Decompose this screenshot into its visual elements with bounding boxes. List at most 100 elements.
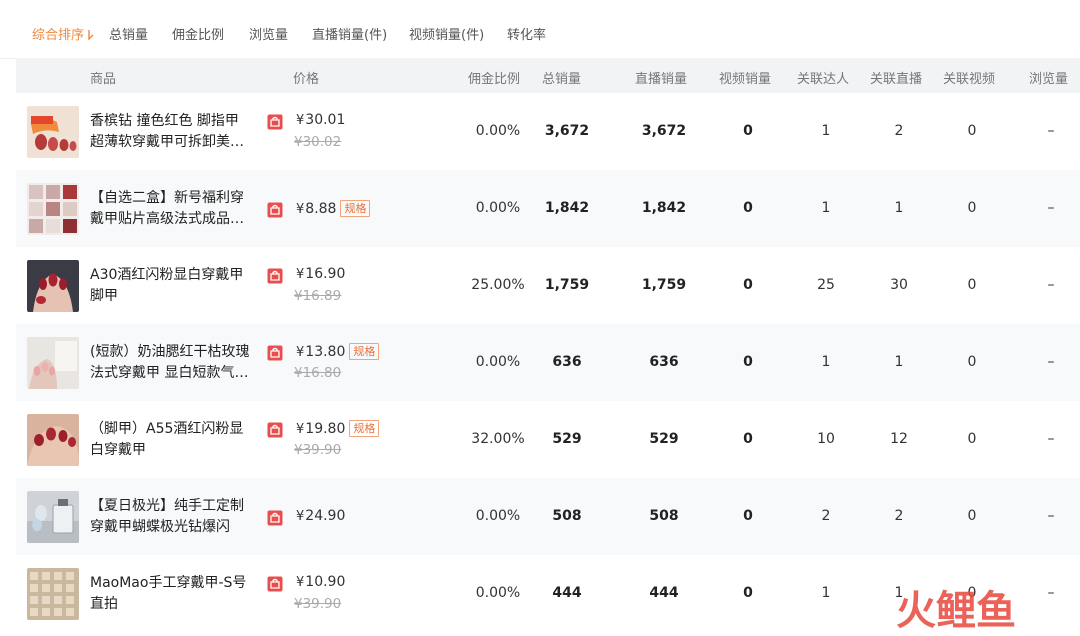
shop-icon[interactable] (267, 510, 283, 526)
currency-symbol: ¥ (296, 345, 305, 360)
product-thumbnail[interactable] (27, 260, 79, 312)
product-name-line2: 直拍 (90, 596, 118, 612)
product-name[interactable]: MaoMao手工穿戴甲-S号 直拍 (90, 573, 262, 615)
shop-icon[interactable] (267, 268, 283, 284)
commission-cell: 0.00% (475, 123, 521, 139)
spec-badge[interactable]: 规格 (340, 200, 371, 217)
spec-badge[interactable]: 规格 (349, 420, 380, 437)
product-name[interactable]: 香槟钻 撞色红色 脚指甲 超薄软穿戴甲可拆卸美… (90, 111, 262, 153)
price-value: 24.90 (305, 508, 346, 524)
product-name-line1: (短款）奶油腮红干枯玫瑰 (90, 344, 250, 360)
table-row[interactable]: A30酒红闪粉显白穿戴甲 脚甲 ¥16.90 ¥16.89 25.00% 1,7… (16, 247, 1080, 324)
product-price: ¥30.01 (296, 112, 345, 128)
thumb-nail-7-icon (27, 568, 79, 620)
product-thumbnail[interactable] (27, 183, 79, 235)
table-row[interactable]: 香槟钻 撞色红色 脚指甲 超薄软穿戴甲可拆卸美… ¥30.01 ¥30.02 0… (16, 93, 1080, 170)
sort-bar: 综合排序 总销量 佣金比例 浏览量 直播销量(件) 视频销量(件) 转化率 (0, 0, 1080, 59)
views-cell: – (1047, 508, 1055, 524)
product-name-line1: A30酒红闪粉显白穿戴甲 (90, 267, 244, 283)
product-name-line1: 【夏日极光】纯手工定制 (90, 498, 244, 514)
live-sales-cell: 3,672 (641, 123, 687, 139)
price-value: 8.88 (305, 201, 337, 217)
product-thumbnail[interactable] (27, 337, 79, 389)
live-sales-cell: 444 (649, 585, 679, 601)
product-name-line2: 白穿戴甲 (90, 442, 146, 458)
influencers-cell: 1 (821, 200, 831, 216)
lives-cell: 1 (894, 200, 904, 216)
total-sales-cell: 444 (552, 585, 582, 601)
product-name[interactable]: （脚甲）A55酒红闪粉显 白穿戴甲 (90, 419, 262, 461)
product-name[interactable]: 【夏日极光】纯手工定制 穿戴甲蝴蝶极光钻爆闪 (90, 496, 262, 538)
views-cell: – (1047, 431, 1055, 447)
shop-icon[interactable] (267, 576, 283, 592)
product-name[interactable]: A30酒红闪粉显白穿戴甲 脚甲 (90, 265, 262, 307)
influencers-cell: 2 (821, 508, 831, 524)
commission-cell: 25.00% (471, 277, 525, 293)
price-value: 19.80 (305, 421, 346, 437)
videos-cell: 0 (967, 431, 977, 447)
sort-tab-live-sales[interactable]: 直播销量(件) (312, 24, 387, 43)
column-header-video-sales: 视频销量 (719, 72, 772, 87)
column-header-videos: 关联视频 (943, 72, 996, 87)
column-header-total-sales: 总销量 (542, 72, 582, 87)
original-price: ¥16.80 (294, 365, 342, 381)
product-name-line2: 戴甲贴片高级法式成品… (90, 211, 244, 227)
total-sales-cell: 529 (552, 431, 582, 447)
spec-badge[interactable]: 规格 (349, 343, 380, 360)
total-sales-cell: 636 (552, 354, 582, 370)
product-name-line2: 法式穿戴甲 显白短款气… (90, 365, 249, 381)
sort-tab-conversion[interactable]: 转化率 (507, 24, 546, 43)
product-name[interactable]: 【自选二盒】新号福利穿 戴甲贴片高级法式成品… (90, 188, 262, 230)
currency-symbol: ¥ (296, 113, 305, 128)
commission-cell: 32.00% (471, 431, 525, 447)
video-sales-cell: 0 (743, 277, 753, 293)
thumb-nail-4-icon (27, 337, 79, 389)
column-header-lives: 关联直播 (870, 72, 923, 87)
table-header: 商品 价格 佣金比例 总销量 直播销量 视频销量 关联达人 关联直播 关联视频 … (16, 58, 1080, 93)
product-thumbnail[interactable] (27, 568, 79, 620)
original-price: ¥16.89 (294, 288, 342, 304)
sort-tab-views[interactable]: 浏览量 (249, 24, 288, 43)
views-cell: – (1047, 123, 1055, 139)
product-thumbnail[interactable] (27, 414, 79, 466)
lives-cell: 2 (894, 123, 904, 139)
thumb-nail-3-icon (27, 260, 79, 312)
table-row[interactable]: 【夏日极光】纯手工定制 穿戴甲蝴蝶极光钻爆闪 ¥24.90 0.00% 508 … (16, 478, 1080, 555)
lives-cell: 30 (890, 277, 908, 293)
product-thumbnail[interactable] (27, 106, 79, 158)
sort-tab-total-sales[interactable]: 总销量 (109, 24, 148, 43)
thumb-nail-6-icon (27, 491, 79, 543)
price-value: 10.90 (305, 574, 346, 590)
product-thumbnail[interactable] (27, 491, 79, 543)
commission-cell: 0.00% (475, 354, 521, 370)
influencers-cell: 1 (821, 123, 831, 139)
product-price: ¥16.90 (296, 266, 345, 282)
sort-tab-commission[interactable]: 佣金比例 (172, 24, 224, 43)
product-name-line2: 穿戴甲蝴蝶极光钻爆闪 (90, 519, 230, 535)
product-name-line1: MaoMao手工穿戴甲-S号 (90, 575, 247, 591)
commission-cell: 0.00% (475, 585, 521, 601)
views-cell: – (1047, 354, 1055, 370)
table-row[interactable]: （脚甲）A55酒红闪粉显 白穿戴甲 ¥19.80 规格 ¥39.90 32.00%… (16, 401, 1080, 478)
table-row[interactable]: (短款）奶油腮红干枯玫瑰 法式穿戴甲 显白短款气… ¥13.80 规格 ¥16.8… (16, 324, 1080, 401)
original-price: ¥39.90 (294, 596, 342, 612)
shop-icon[interactable] (267, 422, 283, 438)
sort-tab-video-sales[interactable]: 视频销量(件) (409, 24, 484, 43)
shop-icon[interactable] (267, 114, 283, 130)
sort-tab-comprehensive[interactable]: 综合排序 (32, 24, 95, 43)
video-sales-cell: 0 (743, 123, 753, 139)
price-value: 30.01 (305, 112, 346, 128)
influencers-cell: 1 (821, 585, 831, 601)
column-header-price: 价格 (293, 72, 320, 87)
influencers-cell: 1 (821, 354, 831, 370)
video-sales-cell: 0 (743, 200, 753, 216)
video-sales-cell: 0 (743, 431, 753, 447)
shop-icon[interactable] (267, 345, 283, 361)
total-sales-cell: 3,672 (544, 123, 590, 139)
video-sales-cell: 0 (743, 354, 753, 370)
product-name[interactable]: (短款）奶油腮红干枯玫瑰 法式穿戴甲 显白短款气… (90, 342, 262, 384)
shop-icon[interactable] (267, 202, 283, 218)
table-row[interactable]: 【自选二盒】新号福利穿 戴甲贴片高级法式成品… ¥8.88 规格 0.00% 1,… (16, 170, 1080, 247)
videos-cell: 0 (967, 200, 977, 216)
column-header-live-sales: 直播销量 (635, 72, 688, 87)
